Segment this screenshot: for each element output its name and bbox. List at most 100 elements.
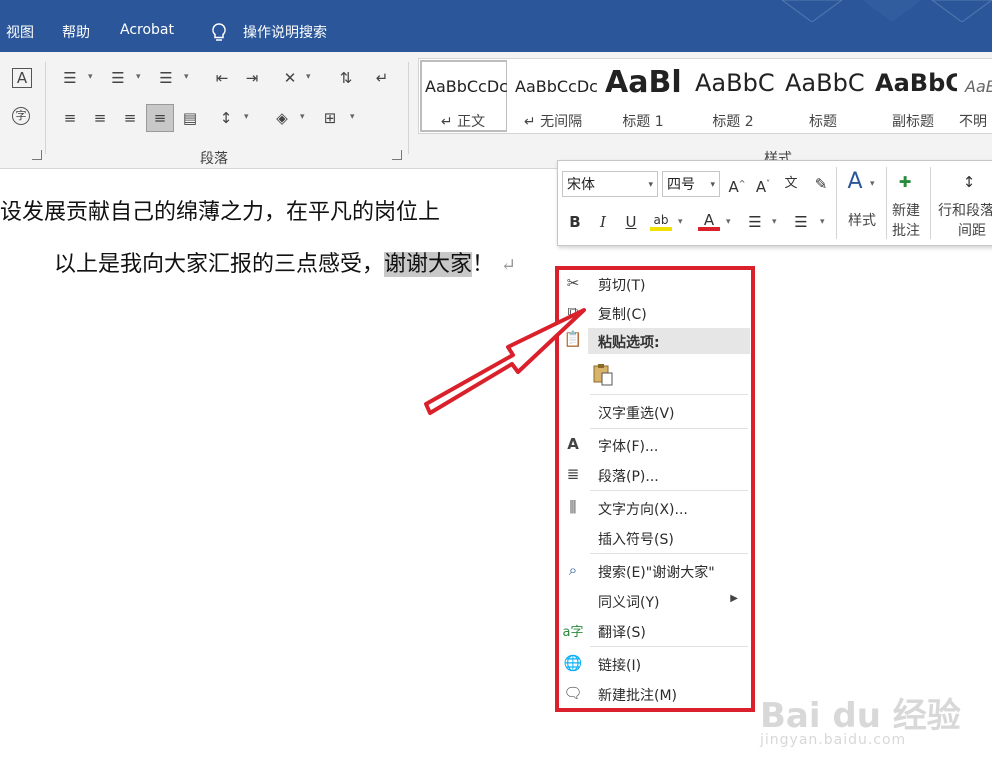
toolbar-separator — [886, 167, 887, 239]
paragraph-mark: ↵ — [501, 255, 517, 276]
italic-icon[interactable]: I — [592, 211, 614, 233]
enclose-character-icon[interactable]: 字 — [12, 107, 30, 125]
chevron-down-icon[interactable]: ▾ — [184, 72, 189, 82]
distributed-icon[interactable]: ▤ — [180, 108, 200, 128]
line-spacing-label-2[interactable]: 间距 — [954, 221, 990, 241]
chinese-layout-icon[interactable]: ✕ — [280, 68, 300, 88]
font-dialog-launcher[interactable] — [32, 150, 42, 160]
borders-icon[interactable]: ⊞ — [320, 108, 340, 128]
chevron-down-icon[interactable]: ▾ — [678, 217, 683, 227]
chevron-down-icon[interactable]: ▾ — [710, 172, 715, 198]
highlight-frame — [555, 266, 755, 712]
font-name-combobox[interactable]: 宋体 ▾ — [562, 171, 658, 197]
document-line-2[interactable]: 以上是我向大家汇报的三点感受，谢谢大家！ ↵ — [54, 246, 516, 278]
document-line-1[interactable]: 设发展贡献自己的绵薄之力，在平凡的岗位上 — [0, 194, 440, 226]
line-spacing-label-1[interactable]: 行和段落 — [938, 201, 992, 221]
style-heading-2[interactable]: AaBbC 标题 2 — [689, 59, 777, 133]
chevron-down-icon[interactable]: ▾ — [306, 72, 311, 82]
bold-icon[interactable]: B — [564, 211, 586, 233]
chevron-down-icon[interactable]: ▾ — [88, 72, 93, 82]
chevron-down-icon[interactable]: ▾ — [820, 217, 825, 227]
style-name: ↵ 正文 — [440, 114, 486, 130]
style-preview: AaBbC — [695, 69, 775, 97]
shading-icon[interactable]: ◈ — [272, 108, 292, 128]
font-name-value: 宋体 — [567, 177, 595, 193]
style-heading-1[interactable]: AaBl 标题 1 — [599, 59, 687, 133]
toolbar-separator — [836, 167, 837, 239]
document-text: ！ — [472, 252, 495, 277]
line-spacing-icon[interactable]: ↕ — [958, 171, 980, 193]
menu-acrobat[interactable]: Acrobat — [120, 22, 174, 38]
ribbon-separator — [45, 62, 46, 154]
style-name: 标题 2 — [712, 114, 754, 130]
new-comment-label-2[interactable]: 批注 — [888, 221, 924, 241]
menu-bar: 视图 帮助 Acrobat 操作说明搜索 — [0, 0, 992, 52]
style-subtle-emphasis[interactable]: AaBb 不明 — [959, 59, 992, 133]
align-left-icon[interactable]: ≡ — [60, 108, 80, 128]
style-preview: AaBbC — [875, 69, 957, 97]
chevron-down-icon[interactable]: ▾ — [300, 112, 305, 122]
grow-font-icon[interactable]: A^ — [726, 173, 748, 196]
baidu-watermark: Bai du 经验 jingyan.baidu.com — [760, 688, 961, 748]
selected-text[interactable]: 谢谢大家 — [384, 252, 473, 277]
menu-view[interactable]: 视图 — [6, 22, 34, 42]
ribbon: A 字 ☰ ▾ ☰ ▾ ☰ ▾ ⇤ ⇥ ✕ ▾ ⇅ ↵ ≡ ≡ ≡ ≡ ▤ ↕ … — [0, 52, 992, 169]
font-size-combobox[interactable]: 四号 ▾ — [662, 171, 720, 197]
chevron-down-icon[interactable]: ▾ — [244, 112, 249, 122]
lightbulb-icon — [212, 23, 226, 41]
increase-indent-icon[interactable]: ⇥ — [242, 68, 262, 88]
new-comment-icon[interactable]: ✚ — [894, 171, 916, 193]
document-text: 以上是我向大家汇报的三点感受， — [54, 252, 385, 277]
style-normal[interactable]: AaBbCcDc ↵ 正文 — [419, 59, 507, 133]
character-border-icon[interactable]: A — [12, 68, 32, 88]
multilevel-list-icon[interactable]: ☰ — [156, 68, 176, 88]
justify-icon[interactable]: ≡ — [146, 104, 174, 132]
style-subtitle[interactable]: AaBbC 副标题 — [869, 59, 957, 133]
style-preview: AaBbCcDc — [515, 77, 597, 96]
toolbar-separator — [930, 167, 931, 239]
paragraph-group-label: 段落 — [200, 151, 228, 167]
decrease-indent-icon[interactable]: ⇤ — [212, 68, 232, 88]
style-no-spacing[interactable]: AaBbCcDc ↵ 无间隔 — [509, 59, 597, 133]
style-name: ↵ 无间隔 — [523, 114, 583, 130]
chevron-down-icon[interactable]: ▾ — [648, 172, 653, 198]
bullets-icon[interactable]: ☰ — [60, 68, 80, 88]
style-preview: AaBbC — [785, 69, 865, 97]
numbering-icon[interactable]: ☰ — [108, 68, 128, 88]
underline-icon[interactable]: U — [620, 211, 642, 233]
tell-me-search[interactable]: 操作说明搜索 — [243, 22, 327, 42]
chevron-down-icon[interactable]: ▾ — [772, 217, 777, 227]
align-center-icon[interactable]: ≡ — [90, 108, 110, 128]
watermark-url: jingyan.baidu.com — [760, 732, 907, 748]
chevron-down-icon[interactable]: ▾ — [726, 217, 731, 227]
paragraph-dialog-launcher[interactable] — [392, 150, 402, 160]
style-preview: AaBb — [965, 77, 992, 96]
show-marks-icon[interactable]: ↵ — [372, 68, 392, 88]
style-preview: AaBl — [605, 65, 682, 100]
style-preview: AaBbCcDc — [425, 77, 507, 96]
sort-icon[interactable]: ⇅ — [336, 68, 356, 88]
chevron-down-icon[interactable]: ▾ — [350, 112, 355, 122]
style-name: 标题 1 — [622, 114, 664, 130]
chevron-down-icon[interactable]: ▾ — [870, 179, 875, 189]
style-title[interactable]: AaBbC 标题 — [779, 59, 867, 133]
chevron-down-icon[interactable]: ▾ — [136, 72, 141, 82]
menu-help[interactable]: 帮助 — [62, 22, 90, 42]
font-color-icon[interactable]: A — [698, 209, 720, 231]
line-spacing-icon[interactable]: ↕ — [216, 108, 236, 128]
highlight-icon[interactable]: ab — [650, 209, 672, 231]
phonetic-guide-icon[interactable]: 文 — [780, 173, 802, 195]
shrink-font-icon[interactable]: A˅ — [752, 173, 774, 196]
style-name: 副标题 — [892, 114, 934, 130]
numbering-icon[interactable]: ☰ — [790, 211, 812, 233]
font-size-value: 四号 — [667, 177, 695, 193]
watermark-brand: Bai du 经验 — [760, 696, 961, 736]
align-right-icon[interactable]: ≡ — [120, 108, 140, 128]
new-comment-label-1[interactable]: 新建 — [888, 201, 924, 221]
styles-icon[interactable]: A — [844, 171, 866, 193]
mini-toolbar: 宋体 ▾ 四号 ▾ A^ A˅ 文 ✎ A ▾ 样式 ✚ 新建 批注 ↕ 行和段落 … — [557, 160, 992, 246]
title-bar-decoration — [781, 0, 992, 22]
bullets-icon[interactable]: ☰ — [744, 211, 766, 233]
styles-label[interactable]: 样式 — [844, 211, 880, 231]
format-painter-icon[interactable]: ✎ — [810, 173, 832, 195]
